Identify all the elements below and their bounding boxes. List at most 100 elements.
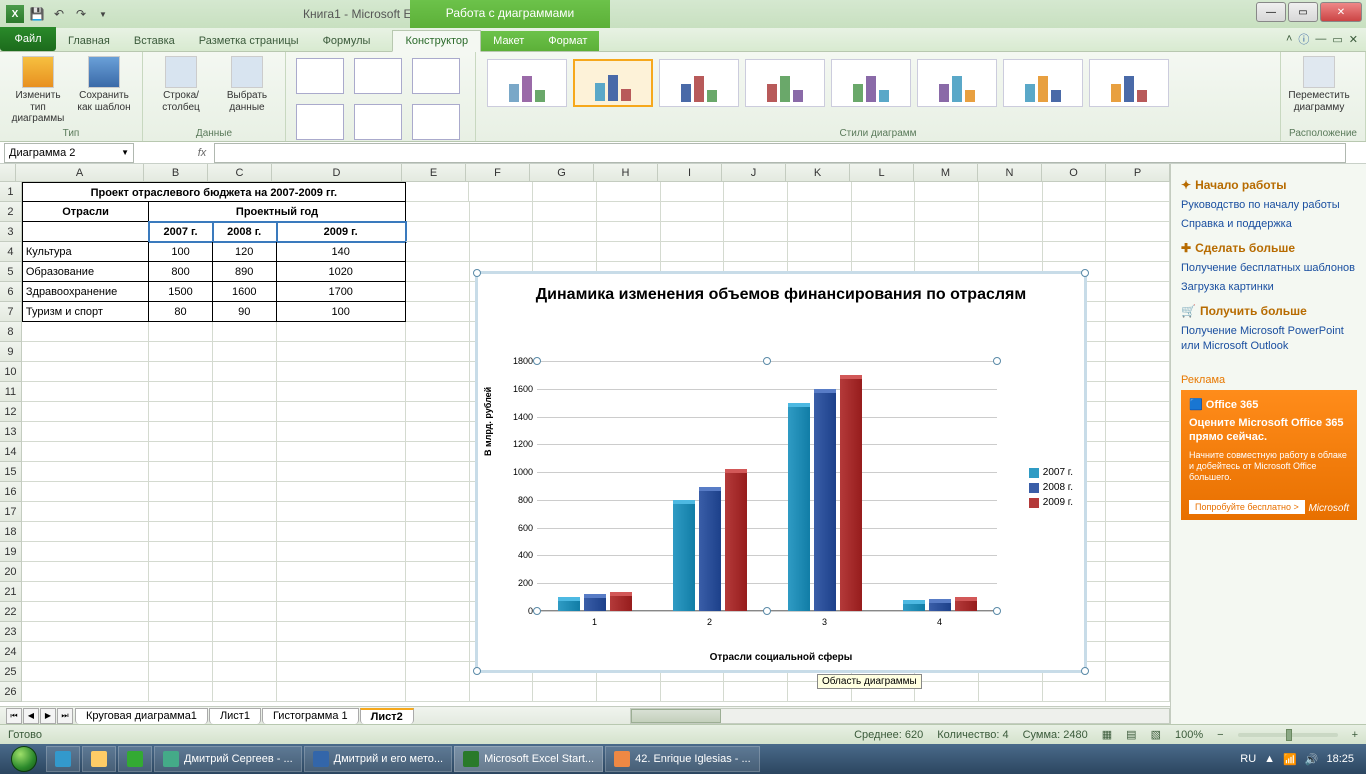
panel-link[interactable]: Получение бесплатных шаблонов: [1181, 259, 1356, 278]
cell[interactable]: [406, 282, 470, 302]
cell[interactable]: 1700: [277, 282, 406, 302]
cell[interactable]: [22, 642, 149, 662]
cell[interactable]: [213, 502, 277, 522]
cell[interactable]: [406, 322, 470, 342]
save-icon[interactable]: 💾: [28, 5, 46, 23]
cell[interactable]: [213, 402, 277, 422]
cell[interactable]: [213, 582, 277, 602]
cell[interactable]: [915, 202, 979, 222]
cell[interactable]: [277, 562, 406, 582]
chart-style-thumb[interactable]: [917, 59, 997, 107]
cell[interactable]: Образование: [22, 262, 149, 282]
resize-handle[interactable]: [533, 607, 541, 615]
chart-bar[interactable]: [699, 487, 721, 611]
start-button[interactable]: [4, 745, 44, 773]
cell[interactable]: [788, 202, 852, 222]
cell[interactable]: 2008 г.: [213, 222, 277, 242]
cell[interactable]: [277, 482, 406, 502]
cell[interactable]: Отрасли: [22, 202, 149, 222]
cell[interactable]: [1106, 682, 1170, 702]
cell[interactable]: [1106, 222, 1170, 242]
tab-page-layout[interactable]: Разметка страницы: [187, 31, 311, 51]
cell[interactable]: [979, 182, 1043, 202]
cell[interactable]: 90: [213, 302, 277, 322]
tray-network-icon[interactable]: 📶: [1283, 753, 1297, 766]
cell[interactable]: [1043, 222, 1107, 242]
chart-style-thumb[interactable]: [745, 59, 825, 107]
cell[interactable]: [22, 342, 149, 362]
cell[interactable]: [1106, 582, 1170, 602]
resize-handle[interactable]: [533, 357, 541, 365]
cell[interactable]: [1043, 682, 1107, 702]
close-button[interactable]: ✕: [1320, 2, 1362, 22]
cell[interactable]: [149, 322, 213, 342]
cell[interactable]: [788, 222, 852, 242]
cell[interactable]: [1106, 602, 1170, 622]
cell[interactable]: [277, 342, 406, 362]
move-chart-button[interactable]: Переместить диаграмму: [1289, 56, 1349, 113]
horizontal-scrollbar[interactable]: [630, 708, 1170, 724]
cell[interactable]: [213, 462, 277, 482]
cell[interactable]: [1106, 502, 1170, 522]
resize-handle[interactable]: [1081, 269, 1089, 277]
sheet-tab[interactable]: Лист2: [360, 708, 414, 724]
cell[interactable]: [1106, 342, 1170, 362]
cell[interactable]: [470, 242, 534, 262]
cell[interactable]: [1106, 482, 1170, 502]
chart-bar[interactable]: [725, 469, 747, 611]
zoom-slider[interactable]: [1238, 733, 1338, 737]
chart-bar[interactable]: [814, 389, 836, 611]
column-header[interactable]: H: [594, 164, 658, 181]
tab-chart-layout[interactable]: Макет: [481, 31, 536, 51]
zoom-level[interactable]: 100%: [1175, 729, 1203, 741]
chart-layout-thumb[interactable]: [296, 104, 344, 140]
row-header[interactable]: 20: [0, 562, 22, 582]
help-icon[interactable]: ⓘ: [1298, 31, 1309, 47]
cell[interactable]: Туризм и спорт: [22, 302, 149, 322]
cell[interactable]: 1600: [213, 282, 277, 302]
row-header[interactable]: 7: [0, 302, 22, 322]
chart-plot-area[interactable]: В млрд. рублей 0200400600800100012001400…: [537, 361, 997, 611]
cell[interactable]: [22, 582, 149, 602]
column-header[interactable]: E: [402, 164, 466, 181]
tray-flag-icon[interactable]: ▲: [1264, 753, 1275, 765]
view-normal-icon[interactable]: ▦: [1102, 728, 1112, 741]
chart-bar[interactable]: [840, 375, 862, 611]
switch-row-column-button[interactable]: Строка/столбец: [151, 56, 211, 113]
cell[interactable]: [597, 682, 661, 702]
cell[interactable]: [277, 382, 406, 402]
resize-handle[interactable]: [763, 357, 771, 365]
chart-y-axis[interactable]: 020040060080010001200140016001800: [501, 361, 537, 611]
panel-link[interactable]: Справка и поддержка: [1181, 215, 1356, 234]
cell[interactable]: [1106, 182, 1170, 202]
cell[interactable]: [724, 202, 788, 222]
cell[interactable]: [470, 222, 534, 242]
chart-bar[interactable]: [788, 403, 810, 611]
cell[interactable]: [661, 182, 725, 202]
cell[interactable]: [724, 242, 788, 262]
column-header[interactable]: G: [530, 164, 594, 181]
panel-link[interactable]: Загрузка картинки: [1181, 278, 1356, 297]
cell[interactable]: [852, 222, 916, 242]
cell[interactable]: 120: [213, 242, 277, 262]
cell[interactable]: [149, 462, 213, 482]
cell[interactable]: [406, 542, 470, 562]
cell[interactable]: [406, 262, 470, 282]
cell[interactable]: Культура: [22, 242, 149, 262]
cell[interactable]: [22, 422, 149, 442]
cell[interactable]: [406, 302, 470, 322]
sheet-nav-last[interactable]: ⏭: [57, 708, 73, 724]
resize-handle[interactable]: [1081, 667, 1089, 675]
sheet-nav-prev[interactable]: ◀: [23, 708, 39, 724]
cell[interactable]: [470, 682, 534, 702]
cell[interactable]: [277, 442, 406, 462]
cell[interactable]: [22, 442, 149, 462]
cell[interactable]: [1106, 302, 1170, 322]
cell[interactable]: [213, 562, 277, 582]
cell[interactable]: [406, 442, 470, 462]
maximize-button[interactable]: ▭: [1288, 2, 1318, 22]
cell[interactable]: [22, 622, 149, 642]
cell[interactable]: [915, 222, 979, 242]
column-header[interactable]: M: [914, 164, 978, 181]
column-header[interactable]: I: [658, 164, 722, 181]
